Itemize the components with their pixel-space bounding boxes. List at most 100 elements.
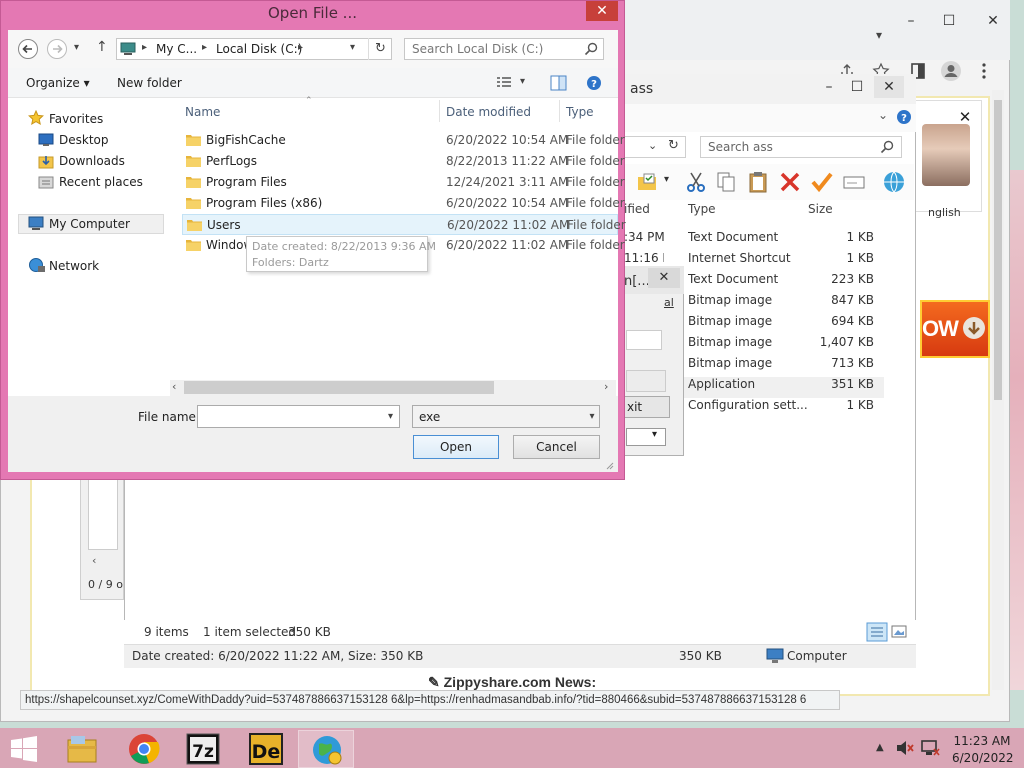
network-tray-icon[interactable] [920,740,940,756]
tooltip-date-created: Date created: 8/22/2013 9:36 AM [252,240,437,253]
column-date-modified[interactable]: Date modified [446,105,531,119]
browser-minimize-button[interactable]: – [896,10,926,32]
nav-network[interactable]: Network [49,259,99,273]
mini-dialog-title: n[... [624,274,650,289]
nav-favorites[interactable]: Favorites [49,112,103,126]
tray-expand-icon[interactable]: ▲ [876,742,884,753]
large-icons-view-icon[interactable] [890,622,908,642]
explorer-ribbon-toggle[interactable]: ⌄ [878,108,888,122]
file-row[interactable]: Program Files 12/24/2021 3:11 AM File fold… [182,172,625,193]
explorer-column-type[interactable]: Type [688,202,716,216]
explorer-minimize-button[interactable]: – [814,76,844,98]
mini-dialog-select[interactable] [626,428,666,446]
explorer-column-size[interactable]: Size [808,202,833,216]
column-divider[interactable] [559,100,560,122]
scroll-right-button[interactable]: › [604,380,608,393]
resize-grip-icon[interactable] [604,460,614,470]
dialog-close-button[interactable]: ✕ [586,1,618,21]
explorer-refresh-button[interactable]: ↻ [668,138,679,153]
hscroll-thumb[interactable] [184,381,494,394]
clock-date[interactable]: 6/20/2022 [952,751,1014,765]
explorer-maximize-button[interactable]: ☐ [842,76,872,98]
folder-properties-icon[interactable] [636,170,660,194]
forward-button[interactable] [46,38,68,60]
nav-recent-places[interactable]: Recent places [59,175,143,189]
globe-icon[interactable] [882,170,906,194]
check-icon[interactable] [810,170,834,194]
preview-pane-icon[interactable] [550,75,567,91]
ad-image[interactable] [922,124,970,186]
address-dropdown[interactable]: ▾ [350,42,355,53]
explorer-column-modified[interactable]: ified [624,202,650,216]
menu-kebab-icon[interactable] [978,62,990,80]
nav-desktop[interactable]: Desktop [59,133,109,147]
nav-my-computer[interactable]: My Computer [49,217,130,231]
details-view-icon[interactable] [866,622,888,642]
organize-button[interactable]: Organize ▾ [26,76,90,90]
search-icon[interactable] [584,42,598,56]
taskbar-file-explorer[interactable] [54,730,110,768]
page-scrollbar[interactable] [992,90,1004,690]
cancel-button[interactable]: Cancel [513,435,600,459]
explorer-row[interactable]: :34 PM Text Document 1 KB [624,230,884,251]
mini-dialog-exit-button[interactable]: xit [620,396,670,418]
address-crumb-my-computer[interactable]: My C... [156,42,197,56]
profile-avatar-icon[interactable] [940,60,962,82]
computer-icon [28,216,44,230]
copy-icon[interactable] [714,170,738,194]
toolbar-dropdown-icon[interactable]: ▾ [664,174,669,185]
file-row[interactable]: PerfLogs 8/22/2013 11:22 AM File folder [182,151,625,172]
refresh-button[interactable]: ↻ [368,38,392,60]
open-button[interactable]: Open [413,435,499,459]
browser-close-button[interactable]: ✕ [978,10,1008,32]
delete-icon[interactable] [778,170,802,194]
address-separator[interactable]: ▸ [298,42,303,53]
help-icon[interactable]: ? [586,75,602,91]
help-icon[interactable]: ? [896,109,912,125]
cut-icon[interactable] [684,170,708,194]
folder-icon [186,198,201,209]
mini-dialog-field[interactable] [626,370,666,392]
column-divider[interactable] [439,100,440,122]
address-separator[interactable]: ▸ [142,42,147,53]
search-icon[interactable] [880,140,894,154]
clock-time[interactable]: 11:23 AM [952,734,1012,748]
ad-close-button[interactable]: ✕ [956,108,974,126]
file-name-input[interactable] [197,405,400,428]
column-type[interactable]: Type [566,105,594,119]
file-type-filter[interactable]: exe [412,405,600,428]
paste-icon[interactable] [746,170,770,194]
tab-dropdown-icon[interactable]: ▾ [876,28,882,42]
back-button[interactable] [17,38,39,60]
mini-dialog-input[interactable] [626,330,662,350]
mini-select-dropdown-icon[interactable]: ▾ [652,429,657,440]
explorer-close-button[interactable]: ✕ [874,76,904,98]
taskbar-globe-app[interactable] [298,730,354,768]
scroll-left-button[interactable]: ‹ [172,380,176,393]
address-crumb-local-disk[interactable]: Local Disk (C:) [216,42,302,56]
taskbar-chrome[interactable] [116,730,172,768]
view-options-icon[interactable] [496,76,512,90]
file-type-filter-dropdown[interactable]: ▾ [584,406,600,427]
taskbar-de-app[interactable]: De [238,730,294,768]
mini-dialog-close-button[interactable]: ✕ [648,268,680,288]
start-button-windows-icon[interactable] [10,736,38,762]
browser-maximize-button[interactable]: ☐ [934,10,964,32]
nav-downloads[interactable]: Downloads [59,154,125,168]
new-folder-button[interactable]: New folder [117,76,182,90]
rename-icon[interactable] [842,170,866,194]
page-side-scroll-left[interactable]: ‹ [92,554,96,567]
file-name-dropdown[interactable]: ▾ [382,406,399,427]
view-dropdown[interactable]: ▾ [520,76,525,87]
up-button[interactable]: ↑ [96,39,108,55]
volume-muted-icon[interactable] [896,740,914,756]
file-row[interactable]: BigFishCache 6/20/2022 10:54 AM File folde… [182,130,625,151]
taskbar-7zip[interactable]: 7z [176,730,232,768]
recent-locations-dropdown[interactable]: ▾ [74,42,79,53]
file-row[interactable]: Program Files (x86) 6/20/2022 10:54 AM Fil… [182,193,625,214]
address-separator[interactable]: ▸ [202,42,207,53]
file-row-selected[interactable]: Users 6/20/2022 11:02 AM File folder [182,214,626,235]
column-name[interactable]: Name [185,105,220,119]
file-name: Users [207,218,241,232]
explorer-address-dropdown[interactable]: ⌄ [648,139,657,152]
